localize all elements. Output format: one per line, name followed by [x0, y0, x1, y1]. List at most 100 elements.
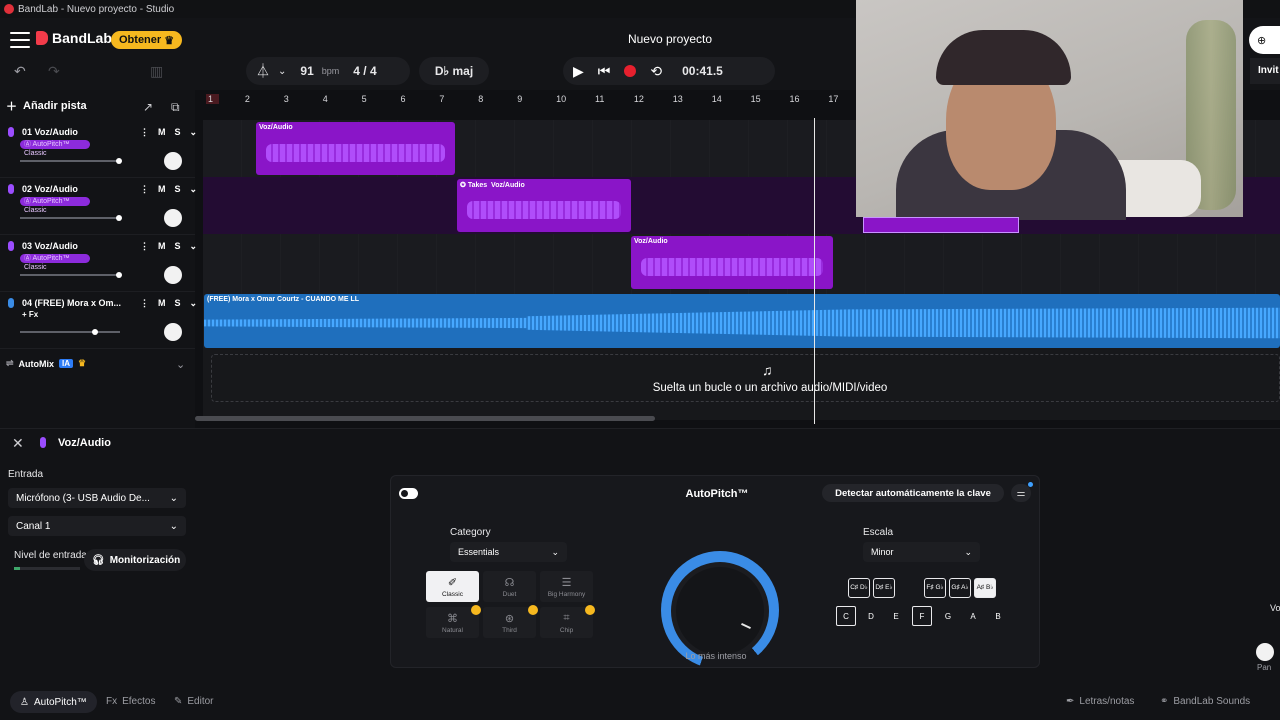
note-g-sharp[interactable]: G♯ A♭ — [949, 578, 971, 598]
invite-button[interactable]: Invit — [1250, 58, 1280, 84]
volume-slider[interactable] — [20, 158, 122, 164]
monitoring-button[interactable]: 🎧︎ Monitorización — [84, 549, 186, 571]
fx-badge[interactable]: Ⓐ AutoPitch™ Classic — [20, 140, 90, 157]
note-g[interactable]: G — [938, 606, 958, 626]
drop-zone[interactable] — [211, 354, 1280, 402]
voice-classic[interactable]: ✐ Classic — [426, 571, 479, 602]
globe-icon[interactable]: ⊕ — [1249, 26, 1280, 54]
settings-sliders-icon[interactable]: ⚌ — [1011, 482, 1033, 502]
pan-knob[interactable] — [164, 209, 182, 227]
loop-icon[interactable]: ⟲ — [650, 63, 662, 80]
mute-button[interactable]: M — [158, 241, 166, 252]
audio-clip[interactable]: Voz/Audio — [256, 122, 455, 175]
solo-button[interactable]: S — [175, 241, 181, 252]
track-name[interactable]: 03 Voz/Audio — [22, 241, 78, 251]
mute-button[interactable]: M — [158, 298, 166, 309]
note-d-sharp[interactable]: D♯ E♭ — [873, 578, 895, 598]
track-row[interactable]: 03 Voz/Audio Ⓐ AutoPitch™ Classic ⋮ M S ⌄ — [0, 235, 198, 292]
note-f-sharp[interactable]: F♯ G♭ — [924, 578, 946, 598]
note-c-sharp[interactable]: C♯ D♭ — [848, 578, 870, 598]
automation-icon[interactable]: ↗ — [143, 100, 153, 114]
note-c[interactable]: C — [836, 606, 856, 626]
pan-knob[interactable] — [164, 323, 182, 341]
tab-autopitch[interactable]: ♙ AutoPitch™ — [10, 691, 97, 713]
volume-handle[interactable] — [116, 272, 122, 278]
note-e[interactable]: E — [886, 606, 906, 626]
channel-select[interactable]: Canal 1 ⌄ — [8, 516, 186, 536]
add-track-button[interactable]: ＋ Añadir pista — [6, 98, 87, 114]
track-row[interactable]: 01 Voz/Audio Ⓐ AutoPitch™ Classic ⋮ M S ⌄ — [0, 121, 198, 178]
chevron-down-icon[interactable]: ⌄ — [176, 358, 185, 371]
detect-key-button[interactable]: Detectar automáticamente la clave — [822, 484, 1004, 502]
volume-handle[interactable] — [92, 329, 98, 335]
note-d[interactable]: D — [861, 606, 881, 626]
automix-row[interactable]: ⇌ AutoMix IA ♛ — [6, 358, 86, 369]
play-icon[interactable]: ▶ — [573, 63, 584, 80]
track-menu-icon[interactable]: ⋮ — [140, 298, 149, 309]
pan-knob[interactable] — [164, 152, 182, 170]
track-name[interactable]: 02 Voz/Audio — [22, 184, 78, 194]
solo-button[interactable]: S — [175, 127, 181, 138]
record-icon[interactable] — [624, 65, 637, 77]
pan-knob[interactable] — [164, 266, 182, 284]
horizontal-scrollbar[interactable] — [195, 416, 655, 421]
track-row[interactable]: 04 (FREE) Mora x Om... + Fx ⋮ M S ⌄ — [0, 292, 198, 349]
fx-badge[interactable]: Ⓐ AutoPitch™ Classic — [20, 254, 90, 271]
track-menu-icon[interactable]: ⋮ — [140, 127, 149, 138]
scale-select[interactable]: Minor ⌄ — [863, 542, 980, 562]
track-menu-icon[interactable]: ⋮ — [140, 241, 149, 252]
chevron-down-icon[interactable]: ⌄ — [190, 184, 198, 195]
voice-duet[interactable]: ☊ Duet — [483, 571, 536, 602]
tab-bandlab-sounds[interactable]: ⚭ BandLab Sounds — [1160, 696, 1250, 707]
fx-badge[interactable]: Ⓐ AutoPitch™ Classic — [20, 197, 90, 214]
solo-button[interactable]: S — [175, 184, 181, 195]
track-row[interactable]: 02 Voz/Audio Ⓐ AutoPitch™ Classic ⋮ M S ⌄ — [0, 178, 198, 235]
autopitch-toggle[interactable] — [399, 488, 418, 499]
volume-handle[interactable] — [116, 215, 122, 221]
tab-editor[interactable]: ✎ Editor — [174, 696, 214, 707]
obtener-button[interactable]: Obtener ♛ — [111, 31, 183, 49]
volume-slider[interactable] — [20, 329, 120, 335]
mute-button[interactable]: M — [158, 184, 166, 195]
audio-clip[interactable]: Voz/Audio — [631, 236, 833, 289]
timeline-ruler[interactable]: 1 2 3 4 5 6 7 8 9 10 11 12 13 14 15 16 17 — [203, 94, 853, 108]
hamburger-menu-icon[interactable] — [10, 32, 30, 48]
solo-button[interactable]: S — [175, 298, 181, 309]
note-a-sharp[interactable]: A♯ B♭ — [974, 578, 996, 598]
pan-knob[interactable] — [1256, 643, 1274, 661]
chevron-down-icon[interactable]: ⌄ — [190, 298, 198, 309]
voice-big-harmony[interactable]: ☰ Big Harmony — [540, 571, 593, 602]
close-icon[interactable]: ✕ — [12, 435, 24, 452]
intensity-dial[interactable] — [676, 567, 764, 655]
metronome-icon[interactable]: ⏃ — [256, 61, 270, 81]
takes-label[interactable]: Takes — [468, 182, 487, 189]
tab-lyrics[interactable]: ✒ Letras/notas — [1066, 696, 1134, 707]
note-a[interactable]: A — [963, 606, 983, 626]
add-fx-button[interactable]: + Fx — [22, 310, 38, 319]
chevron-down-icon[interactable]: ⌄ — [278, 66, 286, 77]
chevron-down-icon[interactable]: ⌄ — [190, 127, 198, 138]
mixer-icon[interactable]: ▥ — [150, 63, 163, 80]
note-b[interactable]: B — [988, 606, 1008, 626]
project-title[interactable]: Nuevo proyecto — [600, 32, 740, 46]
track-menu-icon[interactable]: ⋮ — [140, 184, 149, 195]
undo-icon[interactable]: ↶ — [14, 63, 26, 80]
redo-icon[interactable]: ↷ — [48, 63, 60, 80]
volume-slider[interactable] — [20, 272, 122, 278]
tempo-value[interactable]: 91 — [300, 64, 313, 78]
tab-efectos[interactable]: Fx Efectos — [106, 696, 155, 707]
track-settings-icon[interactable]: ⧉ — [171, 100, 180, 115]
category-select[interactable]: Essentials ⌄ — [450, 542, 567, 562]
audio-clip[interactable]: (FREE) Mora x Omar Courtz - CUANDO ME LL — [204, 294, 1280, 348]
volume-slider[interactable] — [20, 215, 122, 221]
skip-back-icon[interactable]: ⏮ — [598, 63, 611, 80]
mute-button[interactable]: M — [158, 127, 166, 138]
playhead[interactable] — [814, 118, 815, 424]
audio-clip[interactable] — [863, 217, 1019, 233]
volume-handle[interactable] — [116, 158, 122, 164]
chevron-down-icon[interactable]: ⌄ — [190, 241, 198, 252]
note-f[interactable]: F — [912, 606, 932, 626]
audio-clip[interactable]: ✪ Takes Voz/Audio — [457, 179, 631, 232]
key-selector[interactable]: D♭ maj — [419, 57, 489, 85]
track-name[interactable]: 04 (FREE) Mora x Om... — [22, 298, 121, 308]
